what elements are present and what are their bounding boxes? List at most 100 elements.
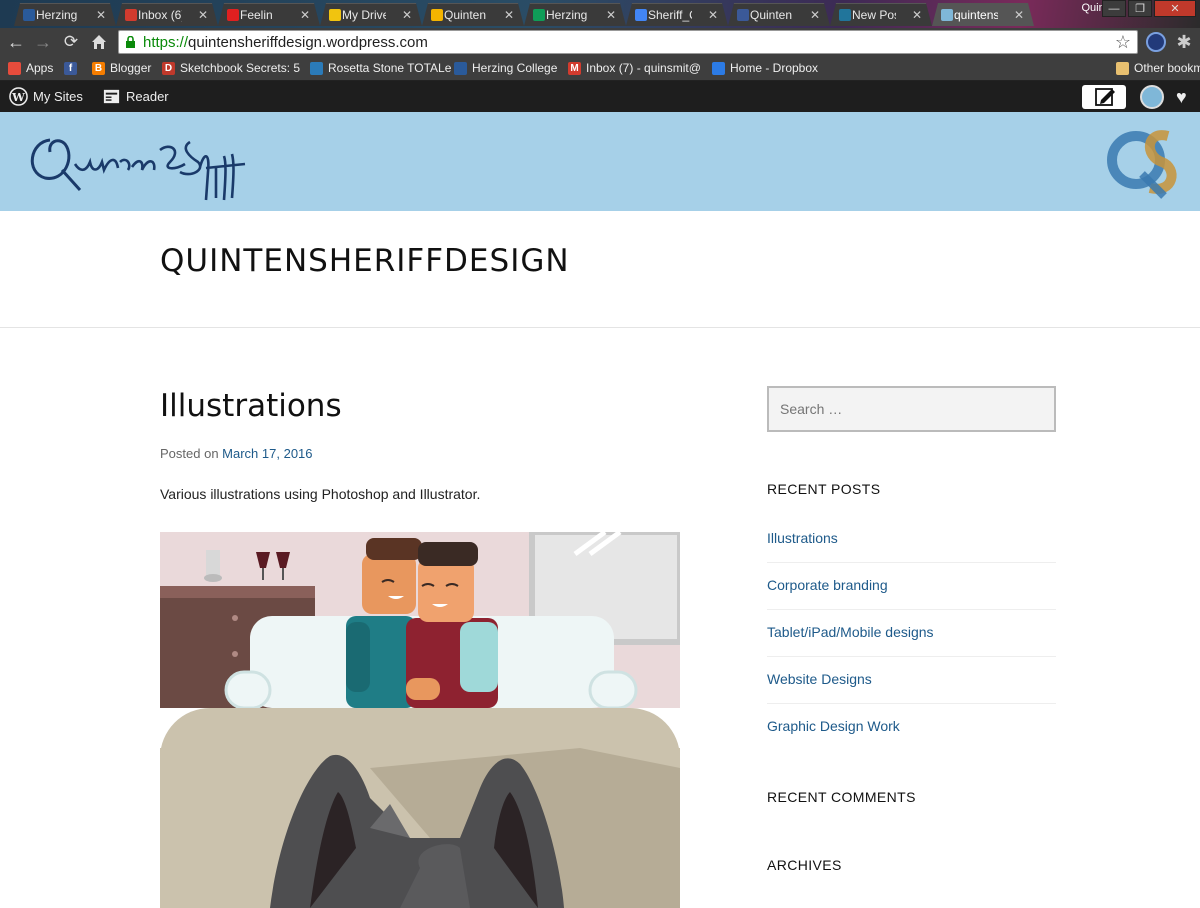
archives-heading: ARCHIVES xyxy=(767,857,842,873)
other-bookmarks[interactable]: Other bookm xyxy=(1114,59,1200,78)
close-tab-icon[interactable]: ✕ xyxy=(198,4,208,26)
bookmark-label: Blogger xyxy=(110,61,152,75)
dropbox-icon xyxy=(712,62,725,75)
bookmark-label: Inbox (7) - quinsmit@ xyxy=(586,61,701,75)
post-content: Illustrations Posted on March 17, 2016 V… xyxy=(160,380,682,908)
browser-tab[interactable]: Inbox (6) ✕ xyxy=(116,3,218,26)
browser-tab[interactable]: Sheriff_Q ✕ xyxy=(626,3,728,26)
sheets-icon xyxy=(533,9,545,21)
blogger-icon: B xyxy=(92,62,105,75)
posted-on-label: Posted on xyxy=(160,446,219,461)
signature-logo xyxy=(30,138,246,201)
my-sites-link[interactable]: W My Sites xyxy=(3,81,83,112)
reader-icon xyxy=(103,89,120,104)
browser-tab[interactable]: New Post ✕ xyxy=(830,3,932,26)
tab-label: New Post xyxy=(852,8,895,22)
close-tab-icon[interactable]: ✕ xyxy=(300,4,310,26)
illustration-couple-image[interactable] xyxy=(160,532,680,708)
bookmark-label: Apps xyxy=(26,61,54,75)
tab-label: Inbox (6) xyxy=(138,8,182,22)
edit-pencil-icon xyxy=(1095,88,1115,106)
list-item: Illustrations xyxy=(767,516,1056,563)
close-tab-icon[interactable]: ✕ xyxy=(606,4,616,26)
reload-icon[interactable]: ⟳ xyxy=(60,32,82,52)
address-bar[interactable]: https://quintensheriffdesign.wordpress.c… xyxy=(118,30,1138,54)
bookmark-item[interactable]: M Inbox (7) - quinsmit@ xyxy=(566,59,701,78)
close-tab-icon[interactable]: ✕ xyxy=(912,4,922,26)
browser-tab-strip: Herzing C✕Inbox (6)✕Feelin✕My Drive✕Quin… xyxy=(0,0,1200,28)
user-avatar[interactable] xyxy=(1140,85,1164,109)
list-item: Website Designs xyxy=(767,657,1056,704)
recent-post-link[interactable]: Graphic Design Work xyxy=(767,718,900,734)
bookmark-item[interactable]: Apps xyxy=(6,59,53,78)
post-date-link[interactable]: March 17, 2016 xyxy=(222,446,312,461)
settings-gear-icon[interactable]: ✱ xyxy=(1174,32,1194,52)
recent-posts-list: Illustrations Corporate branding Tablet/… xyxy=(767,516,1056,751)
wordpress-icon xyxy=(839,9,851,21)
tab-label: quintensl xyxy=(954,8,998,22)
bookmark-label: Herzing College xyxy=(472,61,558,75)
back-arrow-icon[interactable]: ← xyxy=(5,32,27,52)
tab-label: Herzing T xyxy=(546,8,588,22)
close-tab-icon[interactable]: ✕ xyxy=(96,4,106,26)
bookmark-item[interactable]: B Blogger xyxy=(90,59,151,78)
wordpress-logo-icon: W xyxy=(9,87,28,106)
site-title[interactable]: QUINTENSHERIFFDESIGN xyxy=(160,243,570,279)
site-header-banner[interactable] xyxy=(0,112,1200,211)
notifications-icon[interactable]: ♥ xyxy=(1176,85,1198,109)
browser-tab[interactable]: Quinten S ✕ xyxy=(422,3,524,26)
recent-post-link[interactable]: Illustrations xyxy=(767,530,838,546)
recent-posts-heading: RECENT POSTS xyxy=(767,481,881,497)
bookmark-item[interactable]: D Sketchbook Secrets: 5 xyxy=(160,59,300,78)
browser-tab[interactable]: quintensl ✕ xyxy=(932,3,1034,26)
illustration-husky-image[interactable] xyxy=(160,708,680,908)
search-input[interactable] xyxy=(767,386,1056,432)
bookmark-item[interactable]: Home - Dropbox xyxy=(710,59,818,78)
forward-arrow-icon[interactable]: → xyxy=(32,32,54,52)
post-title[interactable]: Illustrations xyxy=(160,388,682,424)
home-icon[interactable] xyxy=(88,32,110,52)
bookmarks-bar: Apps f B Blogger D Sketchbook Secrets: 5 Roset… xyxy=(0,56,1200,81)
close-tab-icon[interactable]: ✕ xyxy=(504,4,514,26)
rosetta-icon xyxy=(310,62,323,75)
gmail-icon: M xyxy=(568,62,581,75)
facebook-icon xyxy=(737,9,749,21)
list-item: Tablet/iPad/Mobile designs xyxy=(767,610,1056,657)
post-excerpt: Various illustrations using Photoshop an… xyxy=(160,486,481,502)
site-title-band: QUINTENSHERIFFDESIGN xyxy=(0,211,1200,328)
reader-link[interactable]: Reader xyxy=(96,81,169,112)
recent-post-link[interactable]: Corporate branding xyxy=(767,577,888,593)
close-tab-icon[interactable]: ✕ xyxy=(1014,4,1024,26)
drive-icon xyxy=(329,9,341,21)
browser-tab[interactable]: Quinten S ✕ xyxy=(728,3,830,26)
docs-icon xyxy=(635,9,647,21)
browser-toolbar: ← → ⟳ https://quintensheriffdesign.wordp… xyxy=(0,28,1200,56)
close-tab-icon[interactable]: ✕ xyxy=(402,4,412,26)
recent-post-link[interactable]: Website Designs xyxy=(767,671,872,687)
browser-tab[interactable]: Herzing T ✕ xyxy=(524,3,626,26)
svg-text:W: W xyxy=(11,90,25,104)
bookmark-label: Sketchbook Secrets: 5 xyxy=(180,61,301,75)
bookmark-label: Home - Dropbox xyxy=(730,61,819,75)
write-post-button[interactable] xyxy=(1082,85,1126,109)
close-tab-icon[interactable]: ✕ xyxy=(708,4,718,26)
herzing-icon xyxy=(454,62,467,75)
youtube-icon xyxy=(227,9,239,21)
minimize-button[interactable]: — xyxy=(1102,0,1126,17)
wordpress-admin-bar: W My Sites Reader ♥ xyxy=(0,81,1200,112)
browser-tab[interactable]: My Drive ✕ xyxy=(320,3,422,26)
browser-tab[interactable]: Feelin ✕ xyxy=(218,3,320,26)
tab-label: Quinten S xyxy=(750,8,793,22)
close-tab-icon[interactable]: ✕ xyxy=(810,4,820,26)
recent-post-link[interactable]: Tablet/iPad/Mobile designs xyxy=(767,624,934,640)
maximize-button[interactable]: ❐ xyxy=(1128,0,1152,17)
browser-tab[interactable]: Herzing C ✕ xyxy=(14,3,116,26)
bookmark-item[interactable]: f xyxy=(62,59,82,78)
bookmark-item[interactable]: Rosetta Stone TOTALe xyxy=(308,59,451,78)
extension-icon[interactable] xyxy=(1146,32,1166,52)
bookmark-star-icon[interactable]: ☆ xyxy=(1115,32,1131,52)
close-window-button[interactable]: ✕ xyxy=(1154,0,1196,17)
window-controls: — ❐ ✕ xyxy=(1102,0,1196,20)
tab-label: Quinten S xyxy=(444,8,487,22)
bookmark-item[interactable]: Herzing College xyxy=(452,59,557,78)
